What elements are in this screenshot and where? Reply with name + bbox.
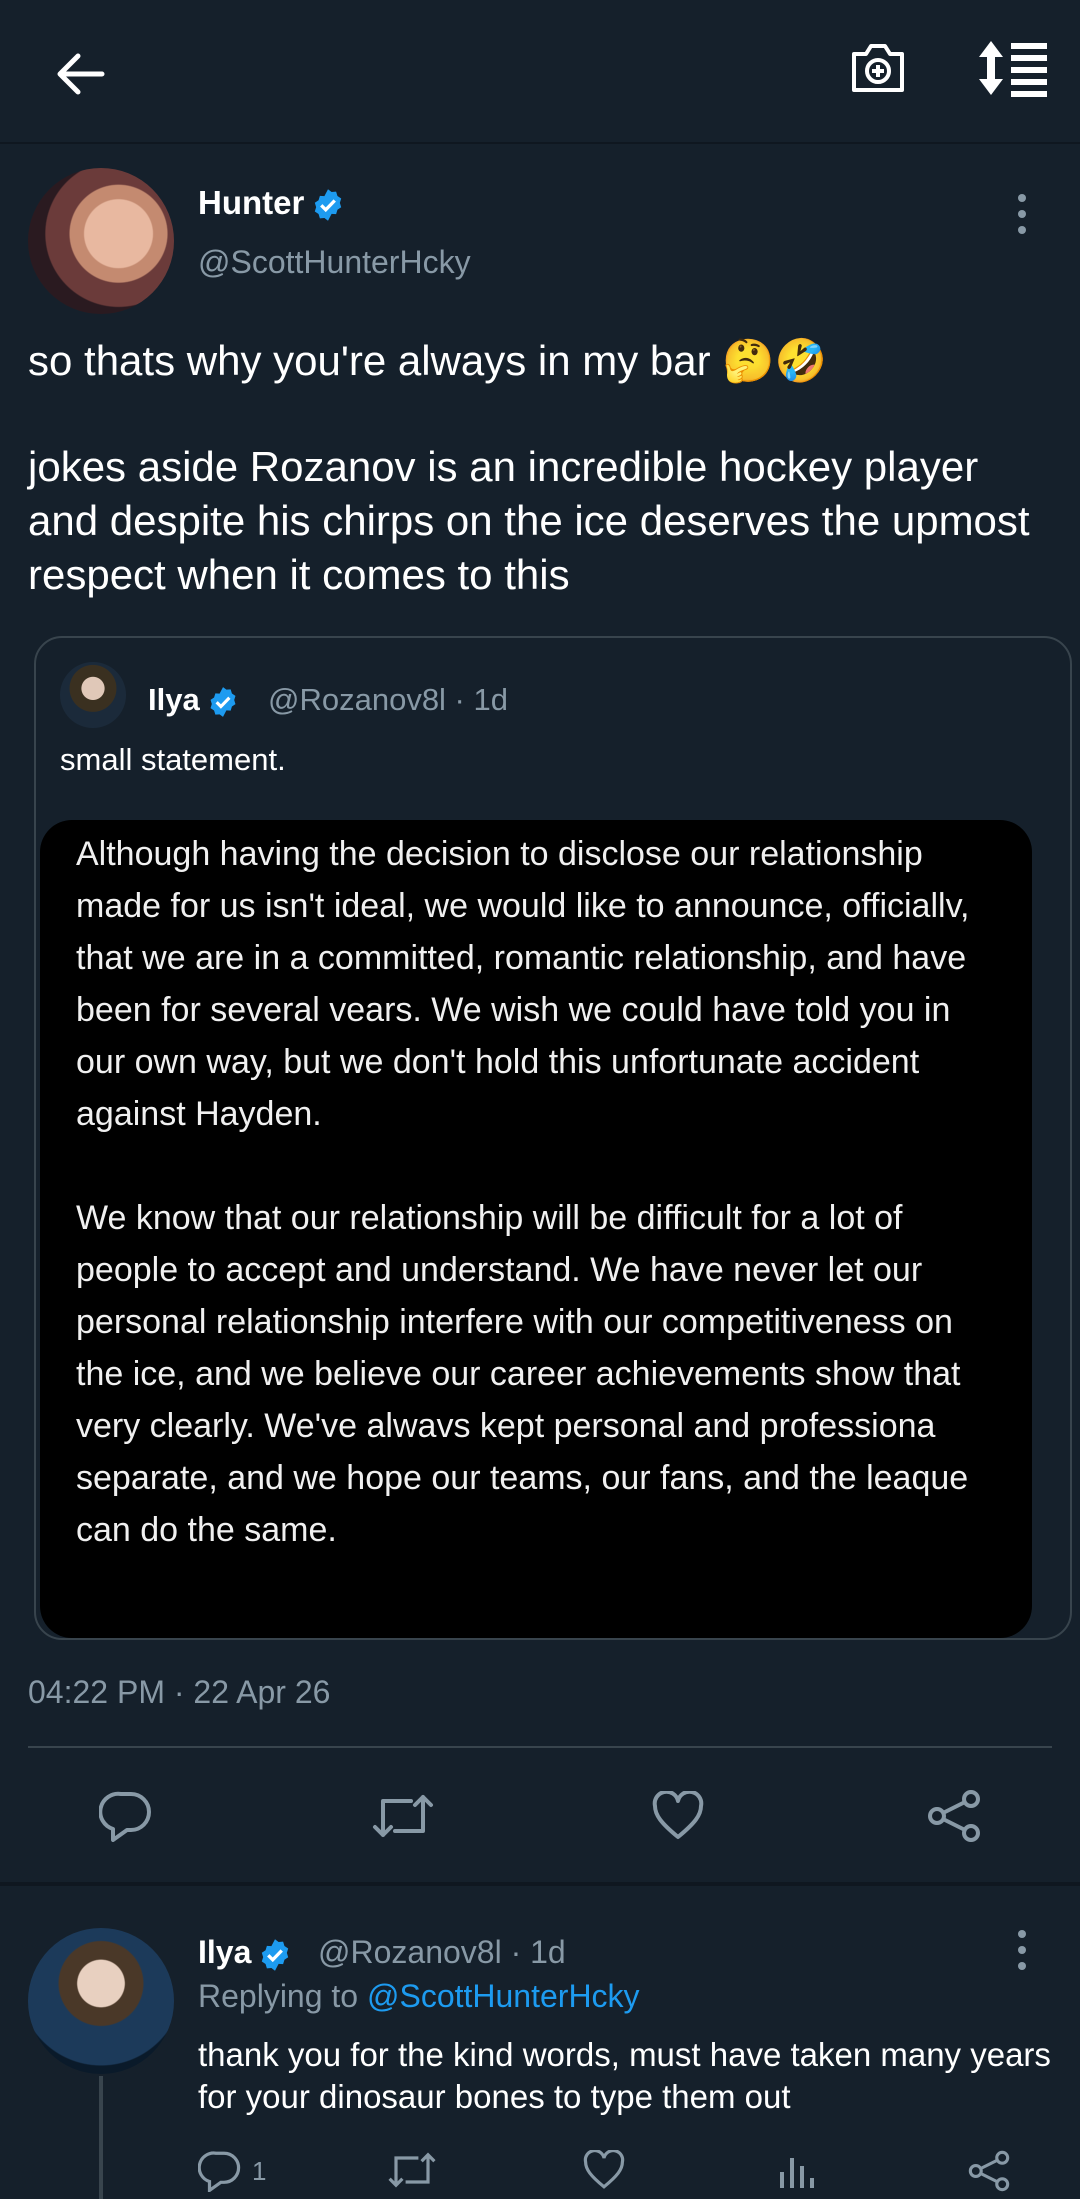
reply-like-button[interactable]: [582, 2150, 626, 2190]
like-button[interactable]: [648, 1786, 708, 1846]
share-icon: [928, 1790, 980, 1842]
quote-text: small statement.: [60, 742, 286, 777]
thread-line: [99, 2076, 103, 2199]
tweet-text-line1: so thats why you're always in my bar 🤔🤣: [28, 337, 827, 384]
statement-image[interactable]: Although having the decision to disclose…: [40, 820, 1032, 1638]
reply-retweet-button[interactable]: [386, 2150, 438, 2190]
quote-author-meta: @Rozanov8l · 1d: [268, 682, 508, 717]
analytics-icon: [780, 2158, 814, 2188]
retweet-icon: [388, 2152, 436, 2188]
more-options-button[interactable]: [1002, 184, 1042, 244]
camera-button[interactable]: [838, 28, 918, 108]
verified-badge-icon: [262, 1938, 289, 1971]
replying-handle-link[interactable]: @ScottHunterHcky: [367, 1978, 640, 2014]
more-dot: [1018, 194, 1026, 202]
replying-prefix: Replying to: [198, 1978, 367, 2014]
replying-to: Replying to @ScottHunterHcky: [198, 1978, 640, 2015]
author-name: Hunter: [198, 184, 305, 221]
reply-button[interactable]: [96, 1786, 156, 1846]
back-button[interactable]: [40, 34, 120, 114]
like-icon: [583, 2150, 625, 2189]
reply-share-button[interactable]: [966, 2150, 1012, 2192]
quoted-tweet[interactable]: Ilya @Rozanov8l · 1d small statement. Al…: [34, 636, 1072, 1640]
more-dot: [1018, 210, 1026, 218]
sort-icon: [979, 41, 1047, 97]
reply-author-meta: @Rozanov8l · 1d: [318, 1934, 566, 1970]
section-divider: [0, 1882, 1080, 1886]
verified-badge-icon: [315, 189, 342, 222]
verified-badge-icon: [210, 686, 236, 717]
tweet-text-body: jokes aside Rozanov is an incredible hoc…: [28, 443, 1042, 598]
reply-author-name: Ilya: [198, 1934, 252, 1970]
camera-icon: [852, 44, 904, 92]
tweet-timestamp: 04:22 PM · 22 Apr 26: [28, 1674, 331, 1710]
more-dot: [1018, 1930, 1026, 1938]
author-handle[interactable]: @ScottHunterHcky: [198, 244, 471, 281]
reply-analytics-button[interactable]: [776, 2150, 816, 2190]
quote-author-name-row: Ilya: [148, 682, 240, 719]
more-dot: [1018, 1962, 1026, 1970]
reply-count: 1: [252, 2155, 267, 2186]
author-avatar[interactable]: [28, 168, 174, 314]
top-bar: [0, 0, 1080, 144]
more-dot: [1018, 226, 1026, 234]
sort-button[interactable]: [968, 28, 1058, 108]
reply-author-avatar[interactable]: [28, 1928, 174, 2074]
share-button[interactable]: [922, 1786, 986, 1846]
share-icon: [968, 2150, 1010, 2192]
reply-author-name-row[interactable]: Ilya: [198, 1934, 293, 1973]
author-name-row[interactable]: Hunter: [198, 184, 346, 223]
retweet-icon: [373, 1795, 433, 1837]
quote-author-avatar: [60, 662, 126, 728]
divider: [28, 1746, 1052, 1748]
reply-icon: [198, 2151, 241, 2192]
more-dot: [1018, 1946, 1026, 1954]
retweet-button[interactable]: [368, 1786, 438, 1846]
reply-text: thank you for the kind words, must have …: [198, 2036, 1051, 2115]
like-icon: [652, 1791, 704, 1839]
back-arrow-icon: [57, 53, 105, 95]
reply-more-options-button[interactable]: [1002, 1920, 1042, 1980]
reply-icon: [99, 1791, 151, 1842]
quote-author-name: Ilya: [148, 682, 200, 717]
reply-reply-button[interactable]: 1: [198, 2150, 266, 2192]
